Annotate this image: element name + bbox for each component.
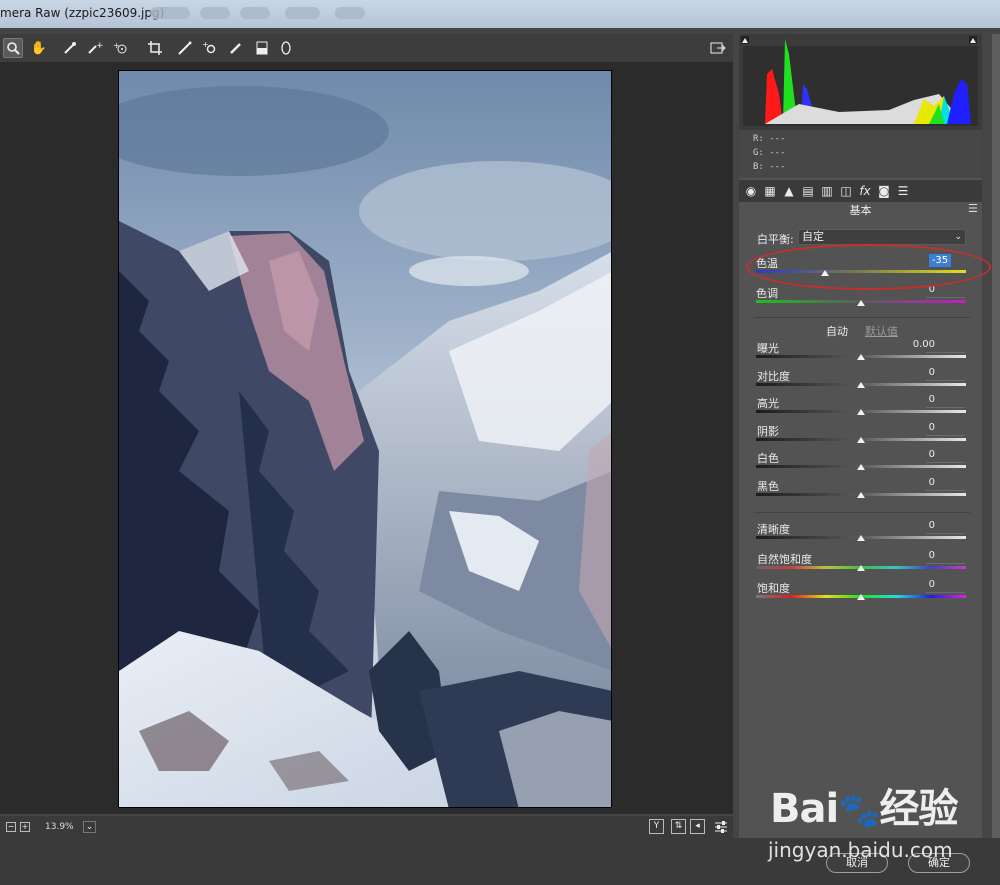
zoom-in-icon[interactable]: + (20, 822, 30, 832)
zoom-dropdown[interactable]: ⌄ (83, 821, 96, 833)
presence-slider-thumb[interactable] (857, 564, 865, 571)
split-toning-tab-icon[interactable]: ▥ (819, 183, 835, 199)
tone-slider-thumb[interactable] (857, 381, 865, 388)
image-viewer (0, 62, 733, 814)
presence-value[interactable]: 0 (905, 520, 935, 531)
blurred-menu (150, 7, 190, 19)
tone-slider-thumb[interactable] (857, 436, 865, 443)
presence-label: 饱和度 (757, 582, 790, 595)
hand-icon[interactable]: ✋ (29, 38, 49, 58)
white-balance-icon[interactable] (60, 38, 80, 58)
detail-tab-icon[interactable]: ▲ (781, 183, 797, 199)
toggle-fullscreen-icon[interactable] (708, 38, 728, 58)
panel-tabs: ◉ ▦ ▲ ▤ ▥ ◫ fx ◙ ☰ (739, 180, 982, 202)
radial-filter-icon[interactable] (276, 38, 296, 58)
wb-label: 白平衡: (757, 233, 794, 246)
photo-preview[interactable] (118, 70, 612, 808)
lens-tab-icon[interactable]: ◫ (838, 183, 854, 199)
default-button[interactable]: 默认值 (865, 323, 898, 339)
tone-value[interactable]: 0.00 (905, 339, 935, 350)
tone-slider-thumb[interactable] (857, 354, 865, 360)
crop-icon[interactable] (145, 38, 165, 58)
tone-label: 白色 (757, 452, 779, 466)
wb-value: 自定 (802, 230, 824, 243)
auto-button[interactable]: 自动 (826, 323, 848, 339)
presence-value[interactable]: 0 (905, 550, 935, 561)
brush-icon[interactable] (252, 38, 272, 58)
tint-slider-thumb[interactable] (857, 300, 865, 306)
watermark-url: jingyan.baidu.com (768, 838, 953, 862)
blurred-menu (240, 7, 270, 19)
target-adjust-icon[interactable]: + (111, 38, 131, 58)
presence-slider-thumb[interactable] (857, 594, 865, 600)
red-eye-icon[interactable] (226, 38, 246, 58)
fx-tab-icon[interactable]: fx (857, 183, 873, 199)
window-title: mera Raw (zzpic23609.jpg) (0, 6, 165, 20)
blurred-menu (335, 7, 365, 19)
preview-settings-icon[interactable] (711, 817, 731, 837)
tone-curve-tab-icon[interactable]: ▦ (762, 183, 778, 199)
swap-before-after-icon[interactable]: ⇅ (671, 819, 686, 834)
presence-label: 清晰度 (757, 523, 790, 536)
toolbar: ✋ + + + (0, 34, 733, 62)
watermark-logo: Bai🐾经验 (770, 786, 959, 832)
tone-label: 黑色 (757, 480, 779, 493)
zoom-level[interactable]: 13.9% (45, 822, 74, 832)
tone-value[interactable]: 0 (905, 367, 935, 378)
tone-slider-thumb[interactable] (857, 409, 865, 416)
highlight-annotation (746, 244, 991, 290)
viewer-status-bar: − + 13.9% ⌄ Y ⇅ ◂ (0, 816, 733, 838)
tone-label: 曝光 (757, 342, 779, 355)
tone-value[interactable]: 0 (905, 449, 935, 460)
tone-label: 阴影 (757, 424, 779, 438)
camera-calibration-tab-icon[interactable]: ◙ (876, 183, 892, 199)
tone-value[interactable]: 0 (905, 422, 935, 433)
spot-removal-icon[interactable]: + (200, 38, 220, 58)
svg-text:+: + (96, 41, 103, 51)
section-title: 基本 (849, 204, 872, 217)
wb-select[interactable]: 自定 ⌄ (798, 229, 966, 245)
straighten-icon[interactable] (175, 38, 195, 58)
color-sampler-icon[interactable]: + (85, 38, 105, 58)
copy-settings-icon[interactable]: ◂ (690, 819, 705, 834)
title-bar: mera Raw (zzpic23609.jpg) (0, 0, 1000, 28)
hsl-tab-icon[interactable]: ▤ (800, 183, 816, 199)
zoom-icon[interactable] (3, 38, 23, 58)
r-value: R: --- (753, 134, 786, 144)
histogram (739, 34, 982, 130)
tone-slider-thumb[interactable] (857, 492, 865, 498)
g-value: G: --- (753, 148, 786, 158)
tone-value[interactable]: 0 (905, 477, 935, 488)
blurred-menu (200, 7, 230, 19)
presets-tab-icon[interactable]: ☰ (895, 183, 911, 199)
presence-slider-thumb[interactable] (857, 535, 865, 541)
rgb-readout: R: --- G: --- B: --- (739, 130, 982, 178)
tone-label: 高光 (757, 397, 779, 411)
before-after-y-icon[interactable]: Y (649, 819, 664, 834)
basic-tab-icon[interactable]: ◉ (743, 183, 759, 199)
blurred-menu (285, 7, 320, 19)
chevron-down-icon: ⌄ (954, 232, 962, 242)
svg-text:+: + (113, 41, 120, 50)
presence-value[interactable]: 0 (905, 579, 935, 590)
tint-label: 色调 (756, 287, 778, 300)
presence-label: 自然饱和度 (757, 552, 812, 566)
tone-slider-thumb[interactable] (857, 464, 865, 471)
tone-value[interactable]: 0 (905, 394, 935, 405)
tone-label: 对比度 (757, 369, 790, 383)
b-value: B: --- (753, 162, 786, 172)
panel-scrollbar[interactable] (992, 34, 1000, 838)
panel-menu-icon[interactable]: ☰ (968, 202, 978, 215)
zoom-out-icon[interactable]: − (6, 822, 16, 832)
